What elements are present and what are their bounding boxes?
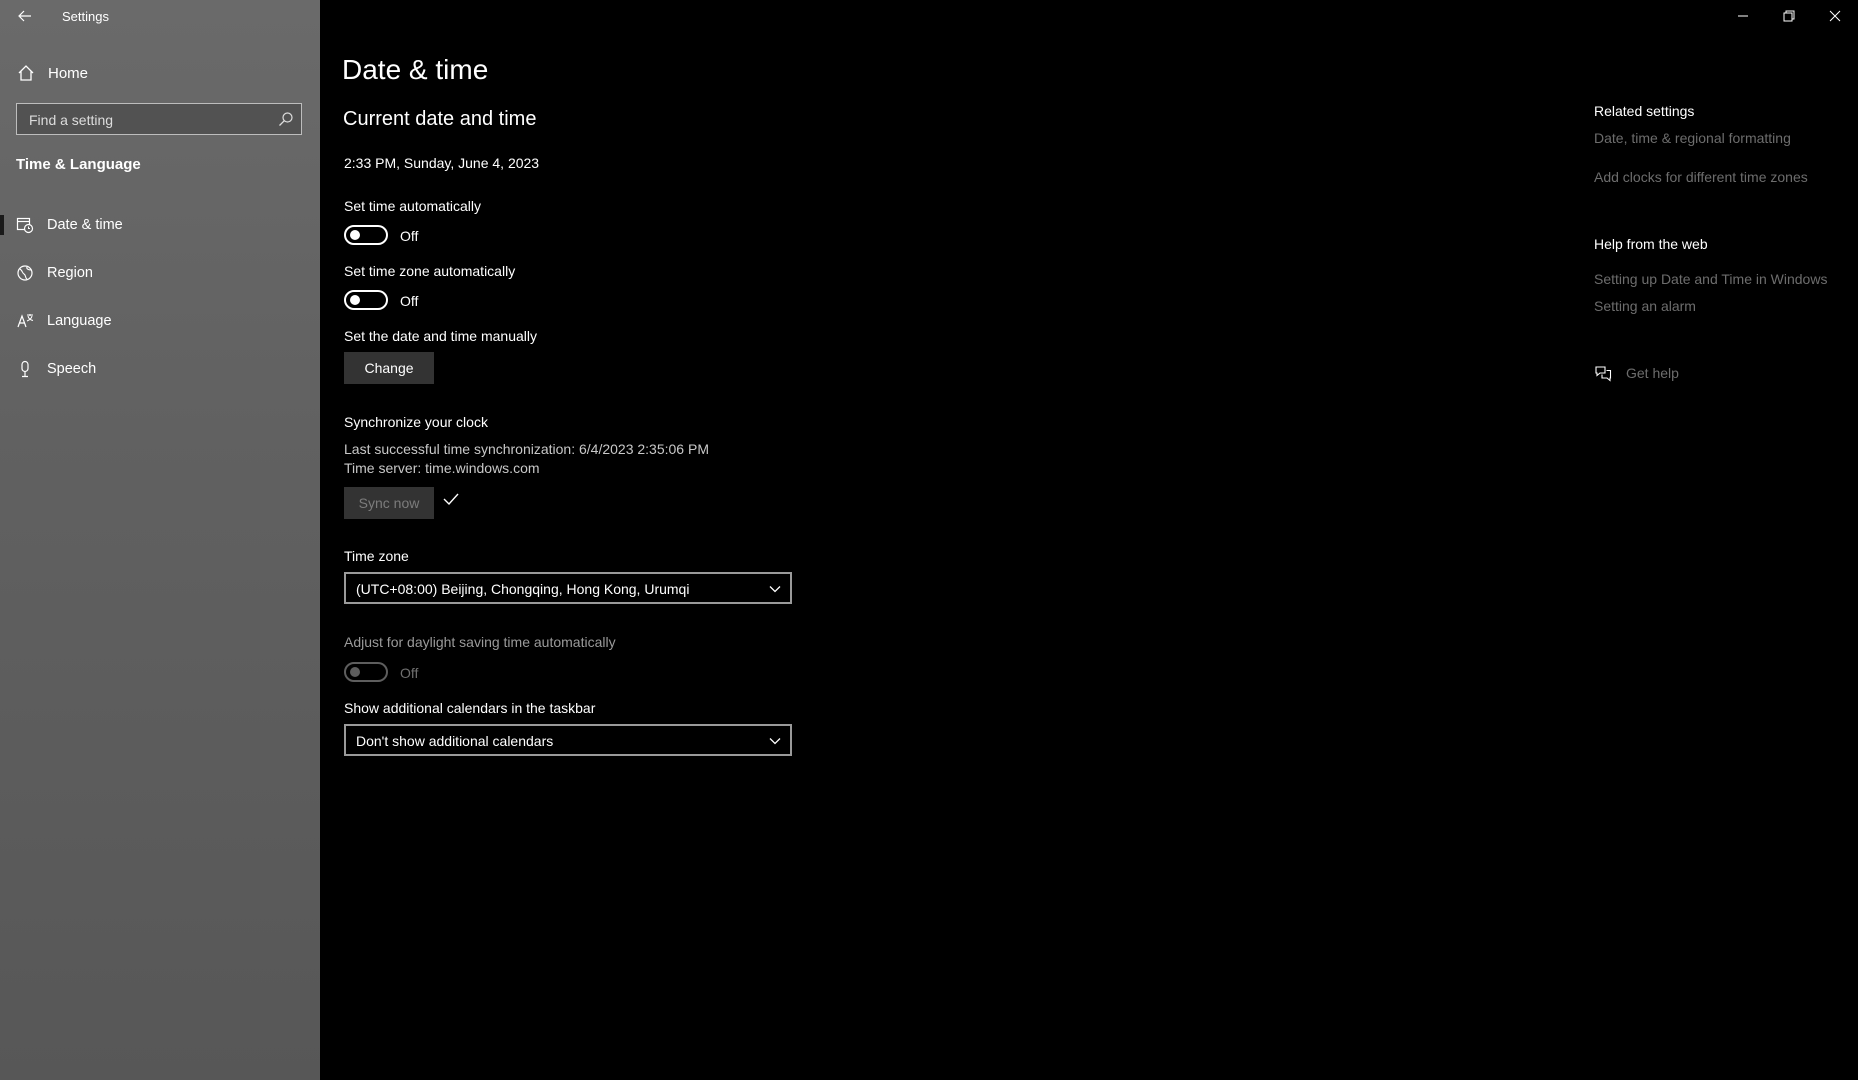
- get-help-link[interactable]: Get help: [1594, 362, 1794, 386]
- globe-icon: [17, 265, 33, 281]
- time-zone-value: (UTC+08:00) Beijing, Chongqing, Hong Kon…: [356, 581, 690, 597]
- related-link-regional-formatting[interactable]: Date, time & regional formatting: [1594, 130, 1791, 146]
- close-icon: [1829, 10, 1841, 22]
- additional-calendars-value: Don't show additional calendars: [356, 733, 554, 749]
- sidebar-item-label: Date & time: [47, 217, 123, 233]
- sidebar-item-speech[interactable]: Speech: [0, 349, 320, 389]
- sidebar-item-label: Language: [47, 313, 112, 329]
- dst-state: Off: [400, 665, 419, 681]
- sidebar-item-label: Region: [47, 265, 93, 281]
- restore-icon: [1783, 10, 1795, 22]
- set-timezone-auto-toggle[interactable]: [344, 290, 388, 310]
- microphone-icon: [21, 360, 29, 378]
- additional-calendars-dropdown[interactable]: Don't show additional calendars: [344, 724, 792, 756]
- section-title: Time & Language: [16, 156, 141, 173]
- language-icon: [17, 314, 34, 328]
- sync-clock-label: Synchronize your clock: [344, 414, 488, 430]
- page-title: Date & time: [342, 54, 489, 85]
- time-zone-dropdown[interactable]: (UTC+08:00) Beijing, Chongqing, Hong Kon…: [344, 572, 792, 604]
- toggle-knob: [350, 230, 360, 240]
- home-label: Home: [48, 65, 89, 82]
- sidebar-item-home[interactable]: Home: [0, 56, 320, 90]
- set-time-auto-label: Set time automatically: [344, 198, 481, 214]
- chevron-down-icon: [769, 738, 781, 745]
- sidebar-item-label: Speech: [47, 361, 97, 377]
- manual-set-label: Set the date and time manually: [344, 328, 538, 344]
- change-button[interactable]: Change: [344, 352, 434, 384]
- chevron-down-icon: [769, 586, 781, 593]
- set-time-auto-toggle[interactable]: [344, 225, 388, 245]
- sidebar-item-region[interactable]: Region: [0, 253, 320, 293]
- search-icon[interactable]: [278, 111, 294, 127]
- current-date-time-heading: Current date and time: [343, 108, 537, 130]
- sync-now-button[interactable]: Sync now: [344, 487, 434, 519]
- related-link-add-clocks[interactable]: Add clocks for different time zones: [1594, 169, 1808, 185]
- related-settings-title: Related settings: [1594, 103, 1695, 119]
- sidebar-item-language[interactable]: Language: [0, 301, 320, 341]
- set-time-auto-state: Off: [400, 228, 419, 244]
- app-title: Settings: [62, 9, 109, 24]
- dst-toggle[interactable]: [344, 662, 388, 682]
- close-button[interactable]: [1812, 0, 1858, 32]
- home-icon: [18, 65, 34, 81]
- search-box[interactable]: [16, 103, 302, 136]
- additional-calendars-label: Show additional calendars in the taskbar: [344, 700, 596, 716]
- sidebar-item-date-time[interactable]: Date & time: [0, 205, 320, 245]
- help-from-web-title: Help from the web: [1594, 236, 1708, 252]
- back-button[interactable]: [10, 2, 40, 30]
- minimize-icon: [1738, 15, 1748, 17]
- help-link-alarm[interactable]: Setting an alarm: [1594, 298, 1696, 314]
- last-sync-text: Last successful time synchronization: 6/…: [344, 441, 709, 457]
- dst-label: Adjust for daylight saving time automati…: [344, 634, 616, 650]
- get-help-label: Get help: [1626, 365, 1679, 381]
- back-arrow-icon: [18, 10, 31, 22]
- toggle-knob: [350, 295, 360, 305]
- time-server-text: Time server: time.windows.com: [344, 460, 540, 476]
- minimize-button[interactable]: [1720, 0, 1766, 32]
- restore-button[interactable]: [1766, 0, 1812, 32]
- help-link-date-time-setup[interactable]: Setting up Date and Time in Windows: [1594, 271, 1827, 287]
- current-date-time-value: 2:33 PM, Sunday, June 4, 2023: [344, 155, 540, 171]
- time-zone-label: Time zone: [344, 548, 409, 564]
- set-timezone-auto-state: Off: [400, 293, 419, 309]
- calendar-clock-icon: [16, 217, 34, 234]
- get-help-icon: [1595, 366, 1612, 382]
- toggle-knob: [350, 667, 360, 677]
- search-input[interactable]: [27, 104, 271, 136]
- selection-indicator: [0, 215, 4, 235]
- sidebar: Settings Home Time & Language D: [0, 0, 320, 1080]
- settings-window: Settings Home Time & Language D: [0, 0, 1858, 1080]
- title-bar: Settings: [0, 0, 320, 34]
- set-timezone-auto-label: Set time zone automatically: [344, 263, 516, 279]
- checkmark-icon: [443, 493, 459, 506]
